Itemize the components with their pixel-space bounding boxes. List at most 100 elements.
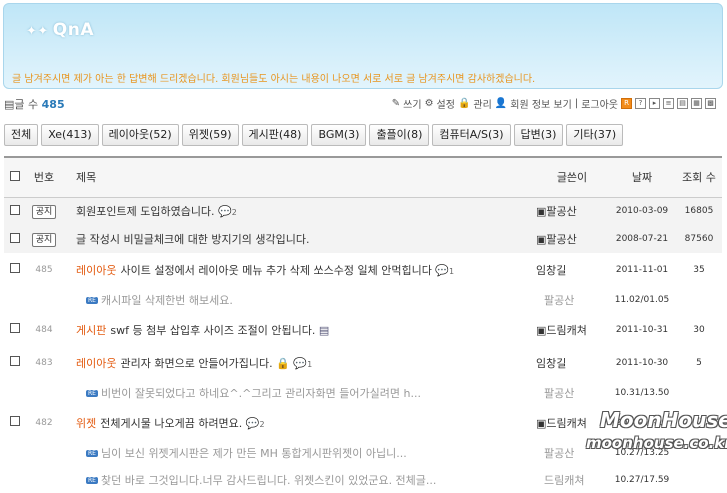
category-tab[interactable]: 게시판(48) (241, 124, 309, 146)
reply-row: RE 캐시파일 삭제한번 해보세요. 팔공산 11.02/01.05 (4, 286, 722, 313)
reply-icon: RE (86, 477, 98, 484)
logout-link[interactable]: 로그아웃 (581, 96, 618, 111)
table-row: 483 레이아웃 관리자 화면으로 안들어가집니다. 🔒 💬1 임창길 2011-… (4, 346, 722, 379)
member-icon: ▣ (536, 416, 547, 430)
rss-icon[interactable]: R (621, 98, 632, 109)
settings-link[interactable]: 설정 (437, 96, 455, 111)
table-header: 번호 제목 글쓴이 날짜 조회 수 (4, 157, 722, 198)
reply-text[interactable]: 캐시파일 삭제한번 해보세요. (101, 294, 233, 307)
member-icon: ▣ (536, 205, 547, 219)
reply-author: 팔공산 (544, 446, 575, 460)
row-checkbox[interactable] (10, 204, 20, 215)
lock-icon: 🔒 (276, 356, 290, 370)
notice-row: 공지 글 작성시 비밀글체크에 대한 방지기의 생각입니다. ▣팔공산 2008… (4, 225, 722, 253)
board-description: 글 남겨주시면 제가 아는 한 답변해 드리겠습니다. 회원님들도 아시는 내용… (12, 74, 536, 85)
document-icon: ▤ (4, 98, 15, 111)
author-link[interactable]: 임창길 (536, 346, 608, 379)
reply-text[interactable]: 님이 보신 위젯게시판은 제가 만든 MH 통합게시판위젯이 아닙니... (101, 447, 407, 460)
notice-badge: 공지 (31, 204, 57, 219)
post-number: 482 (35, 417, 53, 428)
comment-count: 1 (449, 266, 455, 276)
attachment-icon: ▤ (318, 323, 330, 337)
post-number: 483 (35, 357, 53, 368)
author-link[interactable]: 드림캐쳐 (546, 324, 586, 337)
post-category[interactable]: 레이아웃 (76, 264, 116, 277)
grid-view-icon[interactable]: ▩ (705, 98, 716, 109)
col-title: 제목 (62, 157, 536, 198)
comment-icon: 💬 (293, 356, 308, 370)
category-tab[interactable]: Xe(413) (41, 124, 99, 146)
author-link[interactable]: 드림캐쳐 (546, 417, 586, 430)
select-all-cell (4, 157, 26, 198)
author-link[interactable]: 임창길 (536, 253, 608, 286)
row-checkbox[interactable] (10, 232, 20, 243)
member-icon: ▣ (536, 233, 547, 246)
webzine-view-icon[interactable]: ▤ (677, 98, 688, 109)
post-date: 2011-10-31 (615, 324, 669, 335)
category-tab[interactable]: 위젯(59) (181, 124, 239, 146)
pencil-icon: ✎ (391, 98, 401, 109)
post-table: 번호 제목 글쓴이 날짜 조회 수 공지 회원포인트제 도입하였습니다. 💬2 … (4, 156, 722, 493)
row-checkbox[interactable] (10, 263, 20, 273)
reply-author: 드림캐쳐 (544, 473, 585, 487)
category-tab[interactable]: BGM(3) (311, 124, 367, 146)
col-views: 조회 수 (676, 157, 722, 198)
view-count: 17 (693, 417, 705, 428)
reply-icon: RE (86, 390, 98, 397)
category-tab[interactable]: 레이아웃(52) (101, 124, 179, 146)
post-title-link[interactable]: swf 등 첨부 삽입후 사이즈 조절이 안됩니다. (110, 324, 315, 337)
post-number: 484 (35, 324, 53, 335)
list-view-icon[interactable]: ≡ (663, 98, 674, 109)
gallery-view-icon[interactable]: ▦ (691, 98, 702, 109)
category-tab[interactable]: 답변(3) (513, 124, 564, 146)
row-checkbox[interactable] (10, 323, 20, 333)
select-all-checkbox[interactable] (10, 170, 20, 181)
board-title-text: QnA (52, 20, 95, 40)
write-link[interactable]: 쓰기 (403, 96, 421, 111)
post-category[interactable]: 게시판 (76, 324, 106, 337)
category-tab[interactable]: 컴퓨터A/S(3) (432, 124, 511, 146)
row-checkbox[interactable] (10, 416, 20, 426)
view-count: 35 (693, 264, 705, 275)
col-author: 글쓴이 (536, 157, 608, 198)
category-tabs: 전체 Xe(413) 레이아웃(52) 위젯(59) 게시판(48) BGM(3… (4, 124, 624, 146)
table-row: 484 게시판 swf 등 첨부 삽입후 사이즈 조절이 안됩니다. ▤ ▣드림캐… (4, 313, 722, 346)
category-tab[interactable]: 기타(37) (566, 124, 624, 146)
reply-row: RE 비번이 잘못되었다고 하네요^.^그리고 관리자화면 들어가실려면 h...… (4, 379, 722, 406)
post-date: 2011-10-27 (615, 417, 669, 428)
row-checkbox[interactable] (10, 356, 20, 366)
user-icon: 👤 (494, 98, 508, 109)
help-icon[interactable]: ? (635, 98, 646, 109)
table-row: 482 위젯 전체게시물 나오게끔 하려면요. 💬2 ▣드림캐쳐 2011-10-… (4, 406, 722, 439)
reply-date: 11.02/01.05 (614, 294, 670, 305)
lock-icon: 🔒 (457, 98, 471, 109)
total-count-value: 485 (41, 98, 65, 111)
post-title-link[interactable]: 회원포인트제 도입하였습니다. (76, 205, 215, 218)
post-title-link[interactable]: 사이트 설정에서 레이아웃 메뉴 추가 삭제 쏘스수정 일체 안먹힙니다 (120, 264, 431, 277)
post-category[interactable]: 레이아웃 (76, 357, 116, 370)
post-date: 2011-11-01 (615, 264, 669, 275)
category-tab[interactable]: 전체 (4, 124, 39, 146)
category-tab[interactable]: 출플이(8) (369, 124, 430, 146)
member-info-link[interactable]: 회원 정보 보기 (510, 96, 572, 111)
tag-icon[interactable]: ▸ (649, 98, 660, 109)
author-link[interactable]: 팔공산 (546, 205, 576, 218)
post-number: 485 (35, 264, 53, 275)
reply-text[interactable]: 비번이 잘못되었다고 하네요^.^그리고 관리자화면 들어가실려면 h... (101, 387, 421, 400)
toolbar: ▤글 수 485 ✎ 쓰기 ⚙ 설정 🔒 관리 👤 회원 정보 보기 | 로그아웃 R … (4, 96, 722, 111)
post-title-link[interactable]: 전체게시물 나오게끔 하려면요. (100, 417, 242, 430)
view-count: 30 (693, 324, 705, 335)
reply-author: 팔공산 (544, 293, 575, 307)
notice-row: 공지 회원포인트제 도입하였습니다. 💬2 ▣팔공산 2010-03-09 16… (4, 197, 722, 225)
board-title: ✦✦ QnA (26, 20, 94, 40)
reply-text[interactable]: 찾던 바로 그것입니다.너무 감사드립니다. 위젯스킨이 있었군요. 전체글..… (101, 474, 436, 487)
post-category[interactable]: 위젯 (76, 417, 96, 430)
sparkle-icon: ✦✦ (26, 24, 49, 39)
author-link[interactable]: 팔공산 (546, 233, 576, 246)
admin-link[interactable]: 관리 (473, 96, 491, 111)
reply-row: RE 님이 보신 위젯게시판은 제가 만든 MH 통합게시판위젯이 아닙니... … (4, 439, 722, 466)
post-title-link[interactable]: 글 작성시 비밀글체크에 대한 방지기의 생각입니다. (76, 233, 310, 246)
reply-date: 10.31/13.50 (614, 387, 670, 398)
col-date: 날짜 (608, 157, 676, 198)
post-title-link[interactable]: 관리자 화면으로 안들어가집니다. (120, 357, 272, 370)
